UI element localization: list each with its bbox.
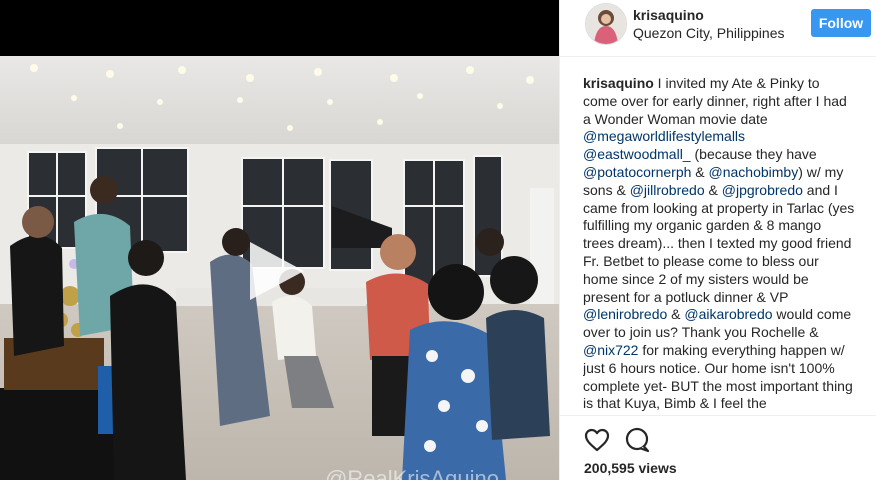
- post-media[interactable]: @RealKrisAquino: [0, 0, 559, 480]
- caption-mention-link[interactable]: @lenirobredo: [583, 306, 667, 322]
- caption-mention-link[interactable]: @jillrobredo: [630, 182, 705, 198]
- profile-picture: [586, 4, 626, 44]
- post-author-username[interactable]: krisaquino: [633, 7, 704, 23]
- post-caption: krisaquino I invited my Ate & Pinky to c…: [583, 75, 856, 415]
- caption-mention-link[interactable]: @aikarobredo: [684, 306, 772, 322]
- caption-mention-link[interactable]: @potatocornerph: [583, 164, 691, 180]
- post-location[interactable]: Quezon City, Philippines: [633, 25, 784, 41]
- caption-mention-link[interactable]: @nachobimby: [709, 164, 799, 180]
- avatar[interactable]: [585, 3, 627, 45]
- play-icon[interactable]: [242, 238, 308, 304]
- caption-text: &: [667, 306, 685, 323]
- caption-username[interactable]: krisaquino: [583, 75, 654, 91]
- caption-mention-link[interactable]: @nix722: [583, 342, 638, 358]
- post-header: krisaquino Quezon City, Philippines Foll…: [560, 0, 876, 57]
- comment-icon[interactable]: [624, 427, 650, 453]
- heart-icon[interactable]: [584, 427, 610, 453]
- caption-mention-link[interactable]: @eastwoodmall_: [583, 146, 691, 162]
- post-actions: 200,595 views: [560, 415, 876, 481]
- view-count: 200,595 views: [584, 460, 677, 476]
- caption-text: and I came from looking at property in T…: [583, 181, 855, 305]
- caption-text: (because they have: [690, 146, 817, 163]
- caption-mention-link[interactable]: @jpgrobredo: [722, 182, 803, 198]
- caption-mention-link[interactable]: @megaworldlifestylemalls: [583, 128, 745, 144]
- post-details-panel: krisaquino Quezon City, Philippines Foll…: [559, 0, 876, 480]
- follow-button[interactable]: Follow: [811, 9, 871, 37]
- caption-text: &: [704, 181, 722, 198]
- video-watermark: @RealKrisAquino: [325, 466, 499, 480]
- caption-text: &: [691, 163, 709, 180]
